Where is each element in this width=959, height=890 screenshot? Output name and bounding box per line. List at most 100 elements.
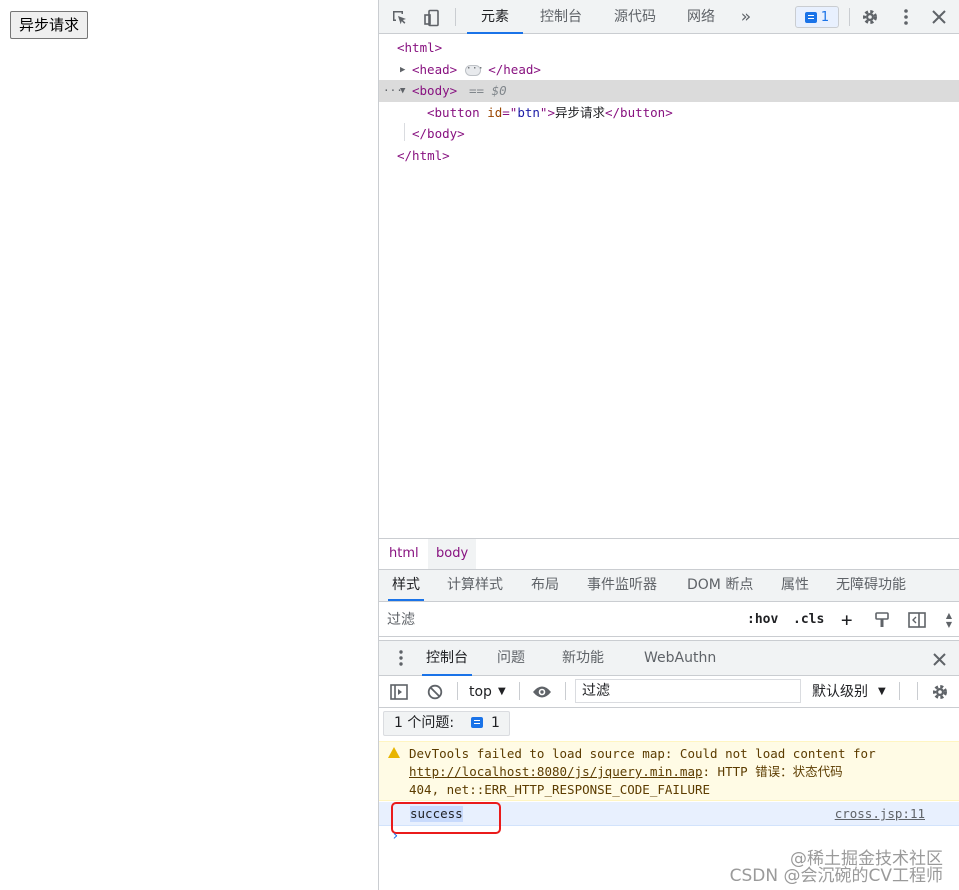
toolbar-divider (519, 682, 520, 700)
drawer-tab-webauthn[interactable]: WebAuthn (640, 641, 720, 676)
tab-sources[interactable]: 源代码 (607, 0, 663, 34)
body-open-tag: <body> (412, 83, 458, 98)
toolbar-divider (849, 8, 850, 26)
warning-text-line2: : HTTP 错误：状态代码 (702, 764, 843, 779)
live-expression-eye-icon[interactable] (531, 683, 553, 701)
button-attr-name: id (487, 105, 503, 120)
console-settings-gear-icon[interactable] (929, 682, 951, 702)
tab-accessibility[interactable]: 无障碍功能 (832, 570, 910, 601)
message-icon (470, 717, 483, 728)
inspected-page: 异步请求 (0, 0, 378, 890)
toolbar-divider (917, 682, 918, 700)
toggle-sidebar-icon[interactable] (907, 611, 927, 629)
dom-tree: <html> ▶ <head> ··· </head> ··· ▼ <body>… (379, 35, 959, 538)
button-open-tag: <button (427, 105, 488, 120)
toolbar-divider (455, 8, 456, 26)
styles-filter-input[interactable]: 过滤 (383, 607, 735, 633)
html-close-tag: </html> (397, 148, 450, 163)
console-toolbar: top ▼ 过滤 默认级别 ▼ (379, 676, 959, 708)
console-filter-input[interactable]: 过滤 (575, 679, 801, 703)
tab-properties[interactable]: 属性 (777, 570, 813, 601)
dom-node-button[interactable]: <button id="btn">异步请求</button> (379, 102, 959, 124)
attr-equals: =" (502, 105, 518, 120)
issues-count: 1 (490, 715, 500, 731)
tab-layout[interactable]: 布局 (527, 570, 563, 601)
dom-node-body[interactable]: ··· ▼ <body> == $0 (379, 80, 959, 102)
tab-network[interactable]: 网络 (679, 0, 723, 34)
toolbar-divider (565, 682, 566, 700)
dom-node-html[interactable]: <html> (379, 37, 959, 59)
head-open-tag: <head> (412, 62, 458, 77)
drawer-tab-console[interactable]: 控制台 (422, 641, 472, 676)
dom-node-html-close[interactable]: </html> (379, 145, 959, 167)
collapse-triangle-icon[interactable]: ▼ (400, 80, 405, 102)
tab-dom-breakpoints[interactable]: DOM 断点 (683, 570, 757, 601)
breadcrumb: html body (379, 538, 959, 570)
hov-toggle-button[interactable]: :hov (747, 603, 778, 637)
devtools-panel: 元素 控制台 源代码 网络 » 1 <html> ▶ <head> ··· </… (378, 0, 959, 890)
cls-toggle-button[interactable]: .cls (793, 603, 824, 637)
console-prompt[interactable]: › (391, 828, 399, 844)
breadcrumb-html[interactable]: html (381, 539, 427, 569)
levels-dropdown-icon[interactable]: ▼ (878, 676, 886, 708)
tab-computed[interactable]: 计算样式 (443, 570, 507, 601)
button-text-node: 异步请求 (554, 105, 605, 120)
log-levels-dropdown[interactable]: 默认级别 (812, 676, 868, 708)
drawer-tabs: 控制台 问题 新功能 WebAuthn (379, 640, 959, 676)
scroll-arrows-icon[interactable]: ▲ ▼ (943, 607, 955, 633)
drawer-tab-whats-new[interactable]: 新功能 (558, 641, 608, 676)
issues-badge[interactable]: 1 (795, 6, 839, 28)
tab-elements[interactable]: 元素 (467, 0, 523, 34)
dom-node-head[interactable]: ▶ <head> ··· </head> (379, 59, 959, 81)
close-drawer-icon[interactable] (930, 650, 948, 668)
button-attr-value: btn (517, 105, 540, 120)
more-tabs-button[interactable]: » (735, 0, 757, 34)
context-selector[interactable]: top (469, 676, 492, 708)
highlight-box (391, 802, 501, 834)
customize-menu-icon[interactable] (895, 6, 917, 28)
paint-roller-icon[interactable] (873, 611, 891, 629)
issues-label: 1 个问题: (394, 715, 455, 731)
log-source-link[interactable]: cross.jsp:11 (835, 802, 925, 826)
html-open-tag: <html> (397, 40, 443, 55)
tab-console[interactable]: 控制台 (533, 0, 589, 34)
close-devtools-icon[interactable] (928, 6, 950, 28)
expand-triangle-icon[interactable]: ▶ (400, 59, 405, 81)
settings-gear-icon[interactable] (859, 6, 881, 28)
inspect-element-icon[interactable] (389, 7, 411, 29)
context-dropdown-icon[interactable]: ▼ (498, 676, 506, 708)
button-close-tag: </button> (605, 105, 673, 120)
message-icon (804, 11, 817, 23)
head-close-tag: </head> (488, 62, 541, 77)
watermark-line2: CSDN @会沉碗的CV工程师 (729, 866, 943, 886)
clear-console-icon[interactable] (426, 683, 444, 701)
tab-event-listeners[interactable]: 事件监听器 (583, 570, 661, 601)
breadcrumb-body[interactable]: body (428, 539, 477, 569)
new-style-rule-button[interactable]: + (841, 603, 852, 637)
devtools-main-toolbar: 元素 控制台 源代码 网络 » 1 (379, 0, 959, 34)
console-sidebar-icon[interactable] (389, 683, 409, 701)
dom-node-body-close[interactable]: </body> (379, 123, 959, 145)
warning-icon (388, 747, 400, 758)
console-warning-message: DevTools failed to load source map: Coul… (379, 741, 959, 801)
device-toolbar-icon[interactable] (421, 7, 443, 29)
issues-count-button[interactable]: 1 个问题: 1 (383, 711, 510, 736)
sidebar-tabs: 样式 计算样式 布局 事件监听器 DOM 断点 属性 无障碍功能 (379, 570, 959, 602)
tree-indent-guide (404, 123, 405, 141)
issues-badge-count: 1 (820, 9, 830, 25)
styles-filter-bar: 过滤 :hov .cls + ▲ ▼ (379, 603, 959, 637)
source-map-link[interactable]: http://localhost:8080/js/jquery.min.map (409, 764, 703, 779)
drawer-tab-issues[interactable]: 问题 (493, 641, 529, 676)
async-request-button[interactable]: 异步请求 (10, 11, 89, 39)
drawer-menu-icon[interactable] (397, 649, 405, 667)
warning-text-line1: DevTools failed to load source map: Coul… (409, 746, 876, 761)
toolbar-divider (457, 682, 458, 700)
attr-close: "> (539, 105, 555, 120)
selected-node-marker: == $0 (469, 83, 507, 98)
tab-styles[interactable]: 样式 (388, 570, 424, 601)
issues-summary-row: 1 个问题: 1 (379, 708, 959, 740)
toolbar-divider (899, 682, 900, 700)
body-close-tag: </body> (412, 126, 465, 141)
warning-text-line3: 404, net::ERR_HTTP_RESPONSE_CODE_FAILURE (409, 782, 711, 797)
collapsed-content-icon[interactable]: ··· (464, 64, 484, 76)
